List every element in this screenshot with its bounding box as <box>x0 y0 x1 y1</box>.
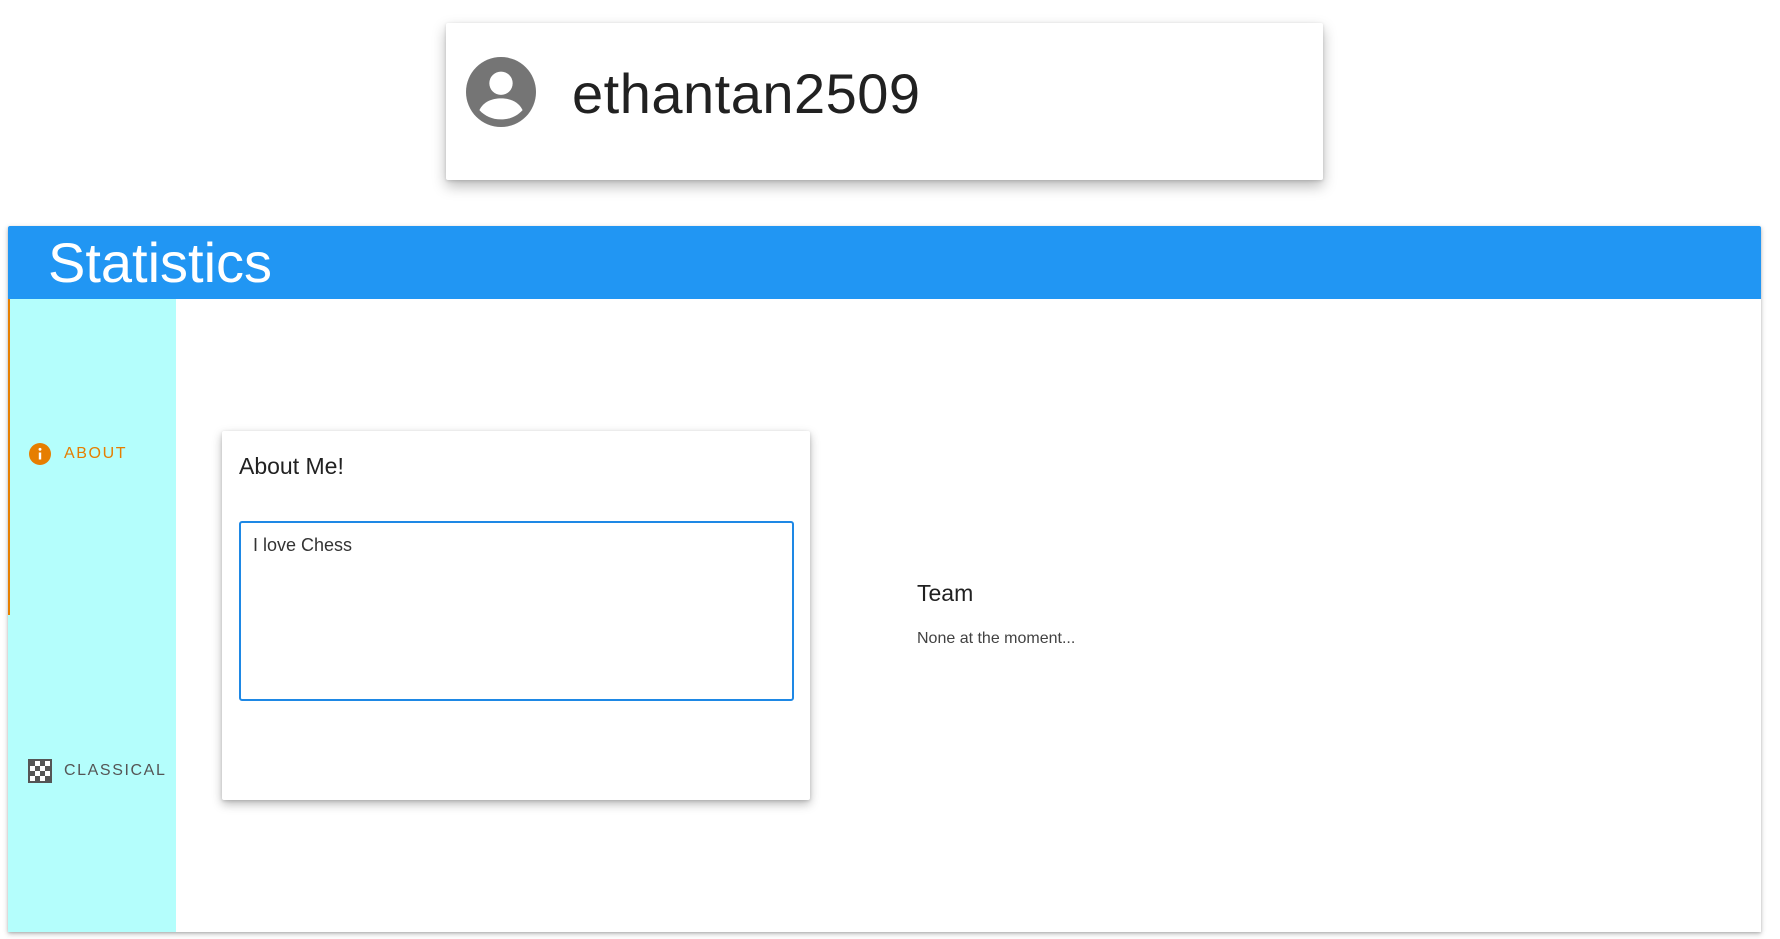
tab-classical-content: CLASSICAL <box>28 758 166 784</box>
about-me-title: About Me! <box>239 453 344 479</box>
username: ethantan2509 <box>572 62 921 125</box>
tab-rail: ABOUT CLASSICAL <box>8 299 176 932</box>
tab-about-label: ABOUT <box>64 445 128 462</box>
statistics-header: Statistics <box>8 226 1761 299</box>
tab-classical[interactable]: CLASSICAL <box>8 615 176 931</box>
statistics-panel: Statistics ABOUT CLASSICAL About Me! I l… <box>8 226 1761 932</box>
active-tab-indicator <box>8 299 10 615</box>
account-circle-icon <box>466 57 536 127</box>
about-me-textarea[interactable]: I love Chess <box>239 521 794 701</box>
statistics-title: Statistics <box>48 231 273 294</box>
team-title: Team <box>917 580 974 606</box>
tab-about-content: ABOUT <box>28 441 127 467</box>
chessboard-icon <box>28 759 52 783</box>
tab-about[interactable]: ABOUT <box>8 299 176 615</box>
info-icon <box>29 443 51 465</box>
team-value: None at the moment... <box>917 630 1076 647</box>
tab-classical-label: CLASSICAL <box>64 762 167 779</box>
about-me-card: About Me! I love Chess <box>222 431 810 800</box>
profile-card: ethantan2509 <box>446 23 1323 180</box>
